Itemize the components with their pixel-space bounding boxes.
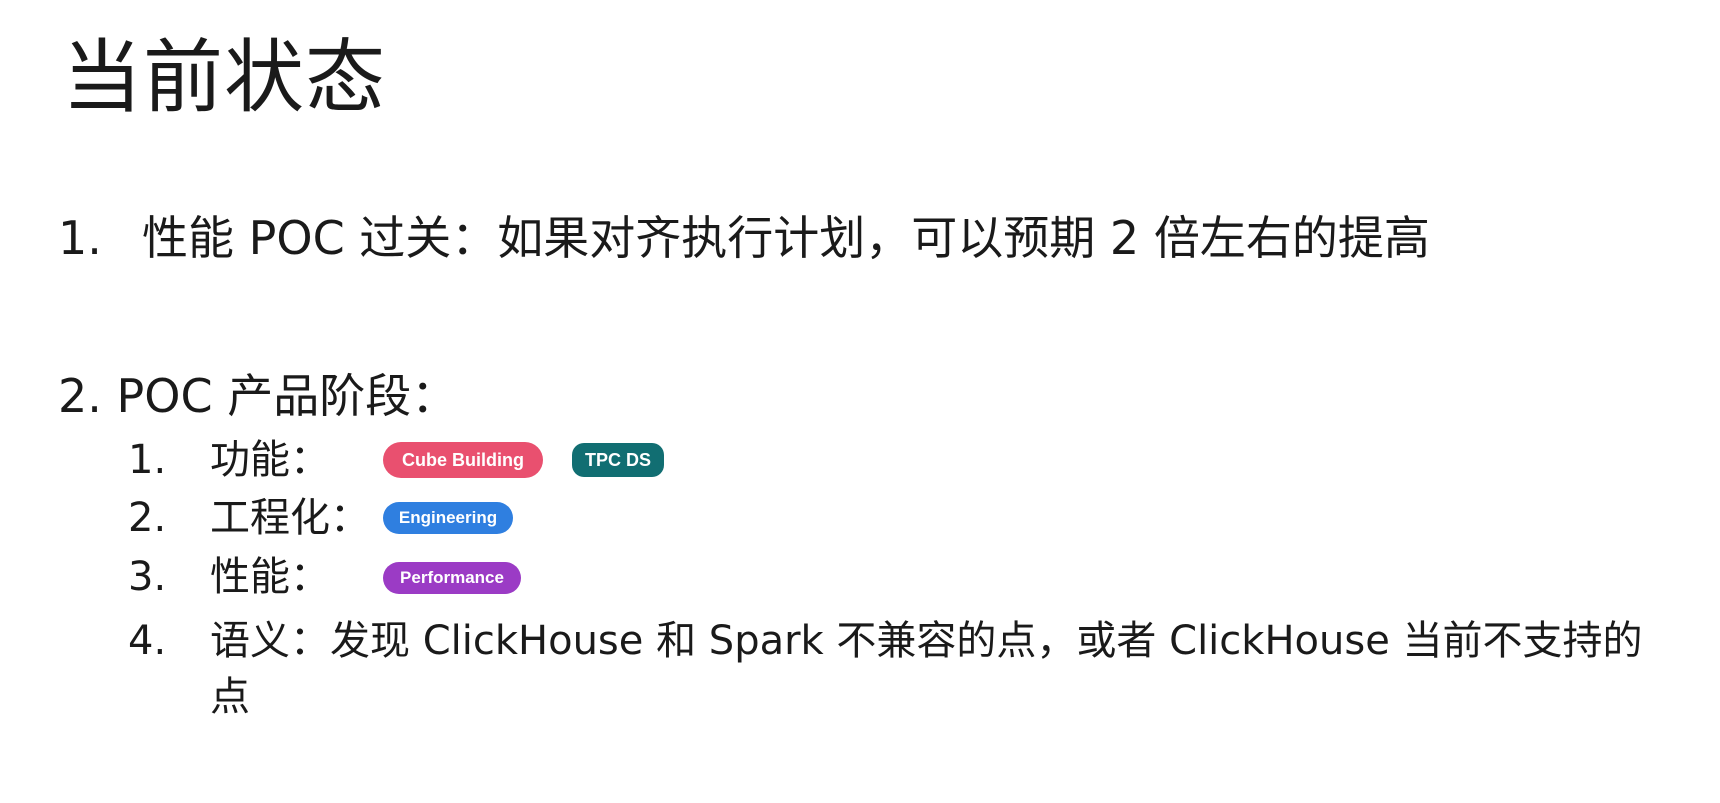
- list-item-poc-product-stage: 2. POC 产品阶段：: [58, 369, 458, 423]
- badge-engineering: Engineering: [383, 502, 513, 534]
- list-item-number: 1.: [58, 211, 102, 265]
- sublist-item-label: 语义：发现 ClickHouse 和 Spark 不兼容的点，或者 ClickH…: [210, 618, 1643, 720]
- sublist-item-engineering: 2. 工程化：: [128, 490, 370, 546]
- list-item-text: 性能 POC 过关：如果对齐执行计划，可以预期 2 倍左右的提高: [142, 211, 1430, 265]
- sublist-item-number: 1.: [128, 437, 167, 483]
- sublist-item-semantics: 4. 语义：发现 ClickHouse 和 Spark 不兼容的点，或者 Cli…: [128, 613, 1650, 725]
- sublist-item-performance: 3. 性能：: [128, 549, 330, 605]
- sublist-item-number: 4.: [128, 618, 167, 664]
- sublist-item-label: 性能：: [210, 554, 330, 600]
- sublist-item-number: 3.: [128, 554, 167, 600]
- badge-cube-building: Cube Building: [383, 442, 543, 478]
- slide-title: 当前状态: [62, 31, 386, 124]
- sublist-item-number: 2.: [128, 495, 167, 541]
- badge-tpc-ds: TPC DS: [572, 443, 664, 477]
- badge-performance: Performance: [383, 562, 521, 594]
- sublist-item-features: 1. 功能：: [128, 432, 330, 488]
- list-item-performance-poc: 1. 性能 POC 过关：如果对齐执行计划，可以预期 2 倍左右的提高: [58, 208, 1430, 268]
- sublist-item-label: 功能：: [210, 437, 330, 483]
- sublist-item-label: 工程化：: [210, 495, 370, 541]
- slide: 当前状态 1. 性能 POC 过关：如果对齐执行计划，可以预期 2 倍左右的提高…: [0, 0, 1720, 803]
